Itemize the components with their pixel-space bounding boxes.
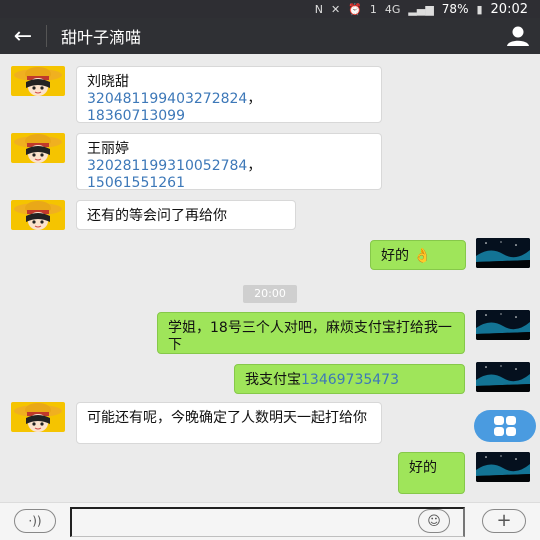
- message-separator: ，: [247, 158, 262, 174]
- contact-avatar[interactable]: [11, 133, 65, 163]
- aurora-photo-icon: [476, 238, 530, 268]
- message-input[interactable]: [70, 507, 465, 537]
- message-bubble[interactable]: 学姐，18号三个人对吧，麻烦支付宝打给我一下: [157, 312, 465, 354]
- floating-apps-button[interactable]: [474, 410, 536, 442]
- message-bubble[interactable]: 还有的等会问了再给你: [76, 200, 296, 230]
- voice-button[interactable]: ·)): [14, 509, 56, 533]
- input-bar: ·)) ☺ +: [0, 502, 540, 540]
- id-number-link[interactable]: 320481199403272824: [87, 91, 247, 107]
- message-text: 还有的等会问了再给你: [87, 208, 227, 224]
- battery-icon: ▮: [476, 2, 483, 16]
- nfc-icon: N: [314, 2, 323, 16]
- my-avatar[interactable]: [476, 362, 530, 392]
- aurora-photo-icon: [476, 310, 530, 340]
- message-bubble[interactable]: 好的: [398, 452, 465, 494]
- message-bubble[interactable]: 好的 👌: [370, 240, 466, 270]
- chat-header: ← 甜叶子滴喵: [0, 18, 540, 54]
- id-number-link[interactable]: 320281199310052784: [87, 158, 247, 174]
- message-list[interactable]: 刘晓甜 320481199403272824， 18360713099 王丽婷 …: [0, 54, 540, 502]
- time-divider: 20:00: [243, 285, 297, 303]
- back-button[interactable]: ←: [0, 18, 46, 54]
- signal-icon: ▂▄▆: [408, 2, 434, 16]
- message-name: 王丽婷: [87, 141, 129, 157]
- message-text: 学姐，18号三个人对吧，麻烦支付宝打给我一下: [168, 320, 452, 353]
- grid-icon: [494, 416, 516, 436]
- contact-avatar[interactable]: [11, 402, 65, 432]
- my-avatar[interactable]: [476, 452, 530, 482]
- header-divider: [46, 25, 47, 47]
- message-text: 好的: [381, 248, 409, 264]
- ok-hand-icon: 👌: [413, 248, 431, 264]
- plus-icon: +: [496, 510, 512, 531]
- contact-avatar[interactable]: [11, 200, 65, 230]
- message-separator: ，: [247, 91, 262, 107]
- smiley-icon: ☺: [427, 513, 441, 529]
- network-label: 4G: [384, 2, 401, 16]
- chat-title: 甜叶子滴喵: [61, 28, 142, 47]
- status-time: 20:02: [490, 1, 528, 17]
- message-bubble[interactable]: 刘晓甜 320481199403272824， 18360713099: [76, 66, 382, 124]
- my-avatar[interactable]: [476, 238, 530, 268]
- aurora-photo-icon: [476, 362, 530, 392]
- more-button[interactable]: +: [482, 509, 526, 533]
- battery-percent: 78%: [441, 2, 469, 16]
- avatar-cartoon-icon: [14, 67, 62, 96]
- message-text: 可能还有呢，今晚确定了人数明天一起打给你: [87, 410, 367, 426]
- person-icon: [507, 26, 529, 46]
- aurora-photo-icon: [476, 452, 530, 482]
- sim-icon: 1: [369, 2, 377, 16]
- phone-link[interactable]: 13469735473: [301, 372, 399, 388]
- message-bubble[interactable]: 可能还有呢，今晚确定了人数明天一起打给你: [76, 402, 382, 444]
- my-avatar[interactable]: [476, 310, 530, 340]
- message-text: 好的: [409, 460, 437, 476]
- avatar-cartoon-icon: [14, 403, 62, 432]
- phone-link[interactable]: 18360713099: [87, 108, 185, 124]
- phone-link[interactable]: 15061551261: [87, 175, 185, 191]
- avatar-cartoon-icon: [14, 201, 62, 230]
- status-bar: N ✕ ⏰ 1 4G ▂▄▆ 78% ▮ 20:02: [0, 0, 540, 18]
- contact-avatar[interactable]: [11, 66, 65, 96]
- avatar-cartoon-icon: [14, 134, 62, 163]
- message-bubble[interactable]: 我支付宝13469735473: [234, 364, 465, 394]
- chat-info-button[interactable]: [496, 18, 540, 54]
- voice-icon: ·)): [28, 514, 42, 528]
- alarm-icon: ⏰: [348, 2, 362, 16]
- message-bubble[interactable]: 王丽婷 320281199310052784， 15061551261: [76, 133, 382, 191]
- message-text: 我支付宝: [245, 372, 301, 388]
- mute-icon: ✕: [330, 2, 341, 16]
- back-arrow-icon: ←: [13, 23, 33, 49]
- message-name: 刘晓甜: [87, 74, 129, 90]
- emoji-button[interactable]: ☺: [418, 509, 450, 533]
